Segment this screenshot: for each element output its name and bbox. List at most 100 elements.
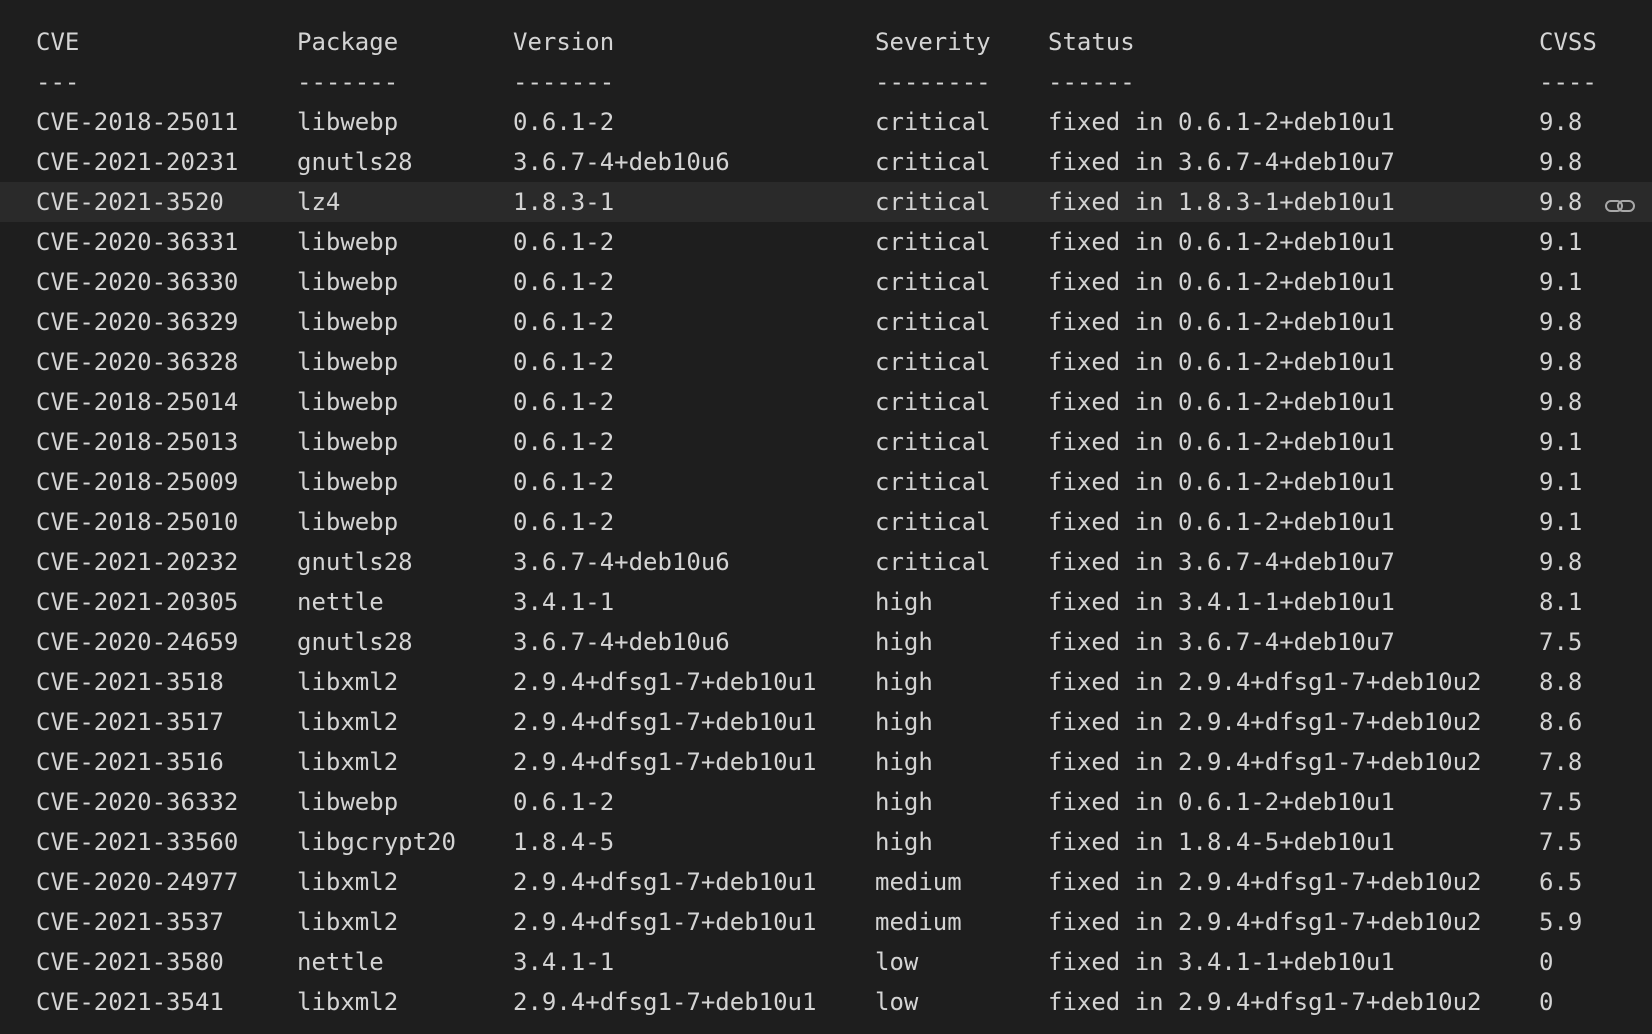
cell-status: fixed in 0.6.1-2+deb10u1 <box>1048 268 1395 296</box>
cell-severity: high <box>875 628 933 656</box>
cell-cvss: 9.8 <box>1539 548 1583 576</box>
cell-package: gnutls28 <box>297 628 413 656</box>
cell-cvss: 9.1 <box>1539 228 1583 256</box>
terminal-output: CVE Package Version Severity Status CVSS… <box>0 22 1652 1022</box>
table-row[interactable]: CVE-2018-25010 libwebp 0.6.1-2 critical fixe… <box>0 502 1652 542</box>
cell-package: libwebp <box>297 388 399 416</box>
cell-cve: CVE-2018-25013 <box>36 428 239 456</box>
cell-cvss: 8.8 <box>1539 668 1583 696</box>
cell-status: fixed in 0.6.1-2+deb10u1 <box>1048 348 1395 376</box>
cell-status: fixed in 2.9.4+dfsg1-7+deb10u2 <box>1048 868 1482 896</box>
cell-version: 0.6.1-2 <box>513 508 615 536</box>
cell-cvss: 9.8 <box>1539 348 1583 376</box>
header-cvss: CVSS <box>1539 28 1597 56</box>
separator-version: ------- <box>513 68 615 96</box>
cell-cvss: 9.1 <box>1539 508 1583 536</box>
table-row[interactable]: CVE-2020-24977 libxml2 2.9.4+dfsg1-7+deb10… <box>0 862 1652 902</box>
cell-package: gnutls28 <box>297 548 413 576</box>
cell-cvss: 9.1 <box>1539 468 1583 496</box>
table-row[interactable]: CVE-2020-36330 libwebp 0.6.1-2 critical fixe… <box>0 262 1652 302</box>
cell-cvss: 8.1 <box>1539 588 1583 616</box>
header-status: Status <box>1048 28 1135 56</box>
cell-version: 3.4.1-1 <box>513 948 615 976</box>
link-icon[interactable] <box>1604 190 1636 214</box>
table-row[interactable]: CVE-2020-36332 libwebp 0.6.1-2 high fixed in… <box>0 782 1652 822</box>
cell-severity: high <box>875 748 933 776</box>
table-row[interactable]: CVE-2021-3537 libxml2 2.9.4+dfsg1-7+deb10u… <box>0 902 1652 942</box>
cell-package: libxml2 <box>297 708 399 736</box>
cell-severity: critical <box>875 268 991 296</box>
table-row[interactable]: CVE-2021-33560 libgcrypt20 1.8.4-5 high fixe… <box>0 822 1652 862</box>
cell-package: libwebp <box>297 788 399 816</box>
table-row[interactable]: CVE-2021-20305 nettle 3.4.1-1 high fixed in … <box>0 582 1652 622</box>
table-row[interactable]: CVE-2021-3517 libxml2 2.9.4+dfsg1-7+deb10u… <box>0 702 1652 742</box>
cell-version: 2.9.4+dfsg1-7+deb10u1 <box>513 908 817 936</box>
cell-version: 1.8.3-1 <box>513 188 615 216</box>
cell-severity: high <box>875 828 933 856</box>
cell-package: libwebp <box>297 428 399 456</box>
cell-severity: critical <box>875 148 991 176</box>
cell-status: fixed in 3.4.1-1+deb10u1 <box>1048 588 1395 616</box>
cell-package: libxml2 <box>297 868 399 896</box>
cell-status: fixed in 0.6.1-2+deb10u1 <box>1048 428 1395 456</box>
cell-package: libxml2 <box>297 748 399 776</box>
cell-severity: medium <box>875 868 962 896</box>
cell-severity: low <box>875 988 919 1016</box>
cell-version: 2.9.4+dfsg1-7+deb10u1 <box>513 748 817 776</box>
cell-version: 0.6.1-2 <box>513 228 615 256</box>
table-row[interactable]: CVE-2021-20231 gnutls28 3.6.7-4+deb10u6 cri… <box>0 142 1652 182</box>
cell-package: libwebp <box>297 468 399 496</box>
cell-version: 0.6.1-2 <box>513 268 615 296</box>
table-header-row: CVE Package Version Severity Status CVSS <box>0 22 1652 62</box>
cell-version: 2.9.4+dfsg1-7+deb10u1 <box>513 988 817 1016</box>
table-row[interactable]: CVE-2021-3541 libxml2 2.9.4+dfsg1-7+deb10u… <box>0 982 1652 1022</box>
cell-status: fixed in 0.6.1-2+deb10u1 <box>1048 228 1395 256</box>
table-row[interactable]: CVE-2021-3518 libxml2 2.9.4+dfsg1-7+deb10u… <box>0 662 1652 702</box>
cell-version: 0.6.1-2 <box>513 788 615 816</box>
cell-severity: critical <box>875 508 991 536</box>
cell-status: fixed in 2.9.4+dfsg1-7+deb10u2 <box>1048 668 1482 696</box>
table-row[interactable]: CVE-2021-20232 gnutls28 3.6.7-4+deb10u6 cri… <box>0 542 1652 582</box>
table-row[interactable]: CVE-2020-36328 libwebp 0.6.1-2 critical fixe… <box>0 342 1652 382</box>
table-body: CVE-2018-25011 libwebp 0.6.1-2 critical fixe… <box>0 102 1652 1022</box>
table-row[interactable]: CVE-2018-25011 libwebp 0.6.1-2 critical fixe… <box>0 102 1652 142</box>
cell-package: libwebp <box>297 228 399 256</box>
cell-cvss: 7.8 <box>1539 748 1583 776</box>
table-row[interactable]: CVE-2020-36329 libwebp 0.6.1-2 critical fixe… <box>0 302 1652 342</box>
cell-cve: CVE-2021-3517 <box>36 708 224 736</box>
cell-severity: medium <box>875 908 962 936</box>
cell-cvss: 9.8 <box>1539 308 1583 336</box>
cell-status: fixed in 3.4.1-1+deb10u1 <box>1048 948 1395 976</box>
table-row[interactable]: CVE-2020-24659 gnutls28 3.6.7-4+deb10u6 hig… <box>0 622 1652 662</box>
cell-cve: CVE-2018-25010 <box>36 508 239 536</box>
cell-package: libxml2 <box>297 908 399 936</box>
cell-severity: critical <box>875 548 991 576</box>
table-row[interactable]: CVE-2021-3516 libxml2 2.9.4+dfsg1-7+deb10u… <box>0 742 1652 782</box>
cell-version: 3.4.1-1 <box>513 588 615 616</box>
table-row[interactable]: CVE-2020-36331 libwebp 0.6.1-2 critical fixe… <box>0 222 1652 262</box>
table-row[interactable]: CVE-2018-25014 libwebp 0.6.1-2 critical fixe… <box>0 382 1652 422</box>
cell-cvss: 0 <box>1539 988 1554 1016</box>
cell-version: 2.9.4+dfsg1-7+deb10u1 <box>513 668 817 696</box>
table-row[interactable]: CVE-2021-3520 lz4 1.8.3-1 critical fixed in … <box>0 182 1652 222</box>
cell-cve: CVE-2021-20305 <box>36 588 239 616</box>
cell-cve: CVE-2018-25011 <box>36 108 239 136</box>
cell-cvss: 7.5 <box>1539 788 1583 816</box>
cell-status: fixed in 3.6.7-4+deb10u7 <box>1048 548 1395 576</box>
cell-package: libgcrypt20 <box>297 828 456 856</box>
cell-cvss: 9.8 <box>1539 388 1583 416</box>
cell-cvss: 9.8 <box>1539 188 1583 216</box>
table-row[interactable]: CVE-2018-25013 libwebp 0.6.1-2 critical fixe… <box>0 422 1652 462</box>
table-row[interactable]: CVE-2018-25009 libwebp 0.6.1-2 critical fixe… <box>0 462 1652 502</box>
cell-severity: low <box>875 948 919 976</box>
cell-cvss: 5.9 <box>1539 908 1583 936</box>
table-row[interactable]: CVE-2021-3580 nettle 3.4.1-1 low fixed in 3.… <box>0 942 1652 982</box>
cell-cvss: 6.5 <box>1539 868 1583 896</box>
cell-cvss: 7.5 <box>1539 628 1583 656</box>
cell-cvss: 9.1 <box>1539 268 1583 296</box>
header-severity: Severity <box>875 28 991 56</box>
separator-package: ------- <box>297 68 399 96</box>
cell-package: libwebp <box>297 348 399 376</box>
cell-version: 3.6.7-4+deb10u6 <box>513 548 730 576</box>
cell-cvss: 9.8 <box>1539 148 1583 176</box>
